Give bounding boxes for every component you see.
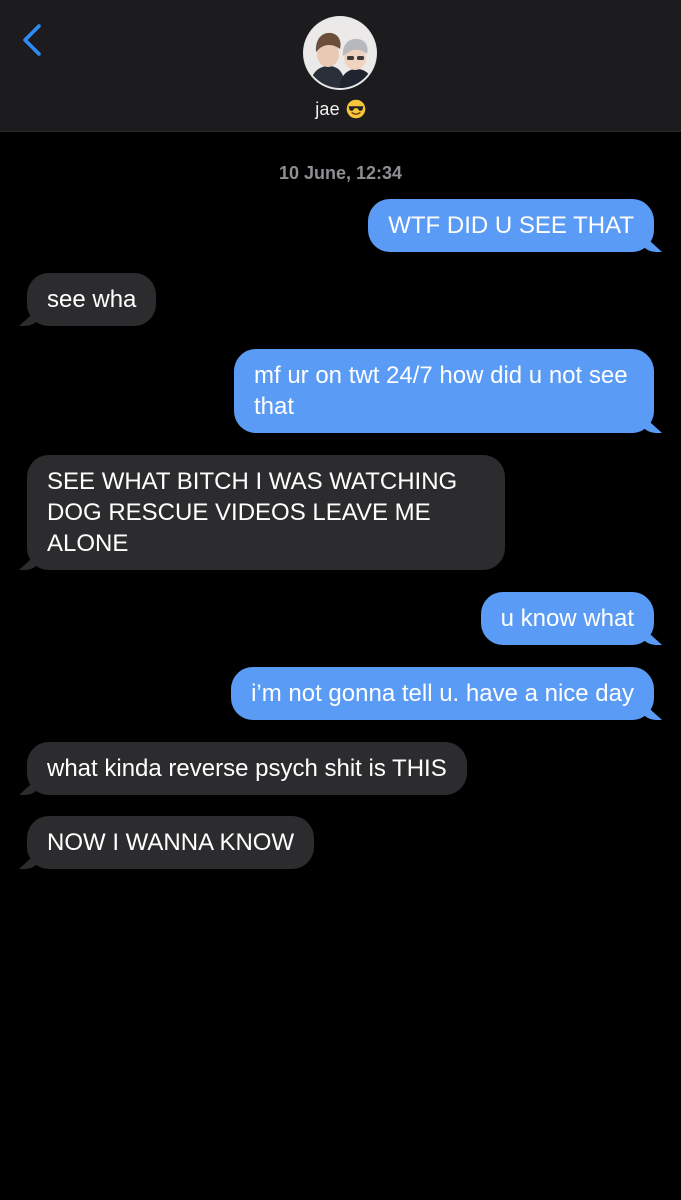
outgoing-message-bubble[interactable]: i’m not gonna tell u. have a nice day [231,667,654,720]
message-timestamp: 10 June, 12:34 [278,163,403,183]
incoming-message-bubble[interactable]: what kinda reverse psych shit is THIS [27,742,467,795]
contact-name: jae [315,99,340,119]
incoming-message-bubble[interactable]: see wha [27,273,157,326]
message-text: NOW I WANNA KNOW [47,829,295,856]
outgoing-message-bubble[interactable]: u know what [480,592,654,645]
back-button[interactable] [18,22,48,58]
contact-name-row[interactable]: jae [0,99,681,120]
outgoing-message-bubble[interactable]: mf ur on twt 24/7 how did u not see that [234,349,654,433]
message-text: SEE WHAT BITCH I WAS WATCHING DOG RESCUE… [47,468,458,557]
incoming-message-bubble[interactable]: SEE WHAT BITCH I WAS WATCHING DOG RESCUE… [27,455,505,570]
incoming-message-bubble[interactable]: NOW I WANNA KNOW [27,816,315,869]
message-text: see wha [47,286,137,313]
avatar-photo [305,18,375,88]
message-text: what kinda reverse psych shit is THIS [47,755,447,782]
outgoing-message-bubble[interactable]: WTF DID U SEE THAT [368,199,654,252]
conversation-header: jae [0,0,681,132]
message-text: u know what [500,605,634,632]
contact-avatar[interactable] [305,18,375,88]
sunglasses-emoji-icon [346,99,366,119]
chevron-left-icon [23,24,41,56]
message-text: i’m not gonna tell u. have a nice day [251,680,634,707]
message-text: mf ur on twt 24/7 how did u not see that [254,362,628,420]
message-text: WTF DID U SEE THAT [388,212,634,239]
